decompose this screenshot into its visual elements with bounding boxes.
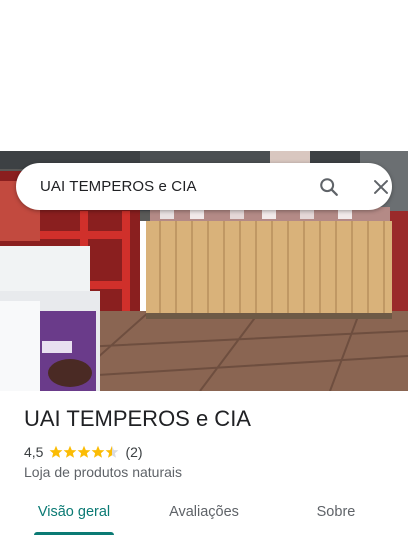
tab-reviews[interactable]: Avaliações (154, 493, 254, 533)
rating-row[interactable]: 4,5 (2) (24, 443, 143, 461)
star-icon (50, 445, 63, 458)
place-title: UAI TEMPEROS e CIA (24, 406, 251, 431)
search-icon[interactable] (318, 176, 340, 198)
map-area-blank (0, 0, 408, 151)
star-icon (92, 445, 105, 458)
rating-value: 4,5 (24, 444, 44, 460)
review-count[interactable]: (2) (125, 444, 142, 460)
tab-overview[interactable]: Visão geral (24, 493, 124, 533)
search-input[interactable]: UAI TEMPEROS e CIA (40, 163, 197, 210)
search-bar[interactable]: UAI TEMPEROS e CIA (16, 163, 392, 210)
star-icon (106, 445, 119, 458)
tab-about[interactable]: Sobre (286, 493, 386, 533)
close-icon[interactable] (370, 176, 392, 198)
star-icon (78, 445, 91, 458)
star-rating (49, 445, 119, 459)
place-tabs: Visão geral Avaliações Sobre (0, 493, 408, 542)
star-icon (64, 445, 77, 458)
place-category[interactable]: Loja de produtos naturais (24, 464, 182, 480)
active-tab-indicator (34, 532, 114, 535)
